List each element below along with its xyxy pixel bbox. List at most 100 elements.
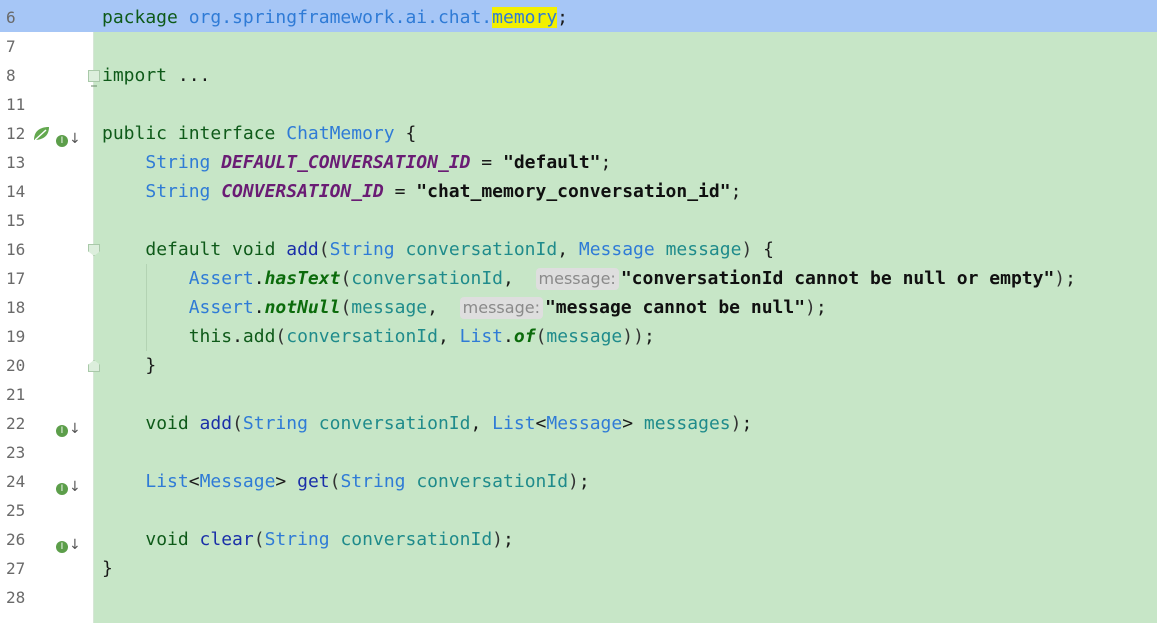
code-token: Assert bbox=[188, 268, 254, 289]
code-token: > bbox=[622, 413, 644, 434]
code-token: conversationId bbox=[340, 529, 493, 550]
code-line[interactable]: 28 bbox=[0, 583, 1157, 612]
indent-guide bbox=[146, 264, 147, 351]
line-number-cell: 21 bbox=[0, 380, 93, 409]
line-number-cell: 20 bbox=[0, 351, 100, 380]
code-line[interactable]: 23 bbox=[0, 438, 1157, 467]
code-token: )) bbox=[622, 326, 644, 347]
line-number-cell: 14 bbox=[0, 177, 93, 206]
code-line[interactable]: 15 bbox=[0, 206, 1157, 235]
code-token: "message cannot be null" bbox=[544, 297, 806, 318]
code-token: < bbox=[535, 413, 547, 434]
code-text: List<Message> get(String conversationId)… bbox=[102, 467, 590, 496]
code-text: } bbox=[102, 351, 156, 380]
line-number-cell: 17 bbox=[0, 264, 93, 293]
line-number: 12 bbox=[6, 124, 26, 143]
line-number-cell: 26 I ↓ bbox=[0, 525, 93, 554]
code-text: package org.springframework.ai.chat.memo… bbox=[102, 3, 568, 32]
code-token: , bbox=[503, 268, 536, 289]
code-token: add bbox=[286, 239, 319, 260]
code-token: String bbox=[145, 152, 222, 173]
code-line[interactable]: 11 bbox=[0, 90, 1157, 119]
code-line[interactable]: 17 Assert.hasText(conversationId, messag… bbox=[0, 264, 1157, 293]
code-text: String DEFAULT_CONVERSATION_ID = "defaul… bbox=[102, 148, 611, 177]
code-token: String bbox=[242, 413, 319, 434]
code-token: add bbox=[242, 326, 276, 347]
code-line[interactable]: 24 I ↓ List<Message> get(String conversati… bbox=[0, 467, 1157, 496]
fold-plus-icon[interactable] bbox=[88, 70, 100, 87]
code-token: message bbox=[351, 297, 428, 318]
line-number: 19 bbox=[6, 327, 26, 346]
code-line[interactable]: 19 this.add(conversationId, List.of(mess… bbox=[0, 322, 1157, 351]
code-token: ) bbox=[1054, 268, 1066, 289]
code-text: default void add(String conversationId, … bbox=[102, 235, 774, 264]
code-token: ) bbox=[568, 471, 579, 492]
code-token: Assert bbox=[188, 297, 254, 318]
line-number: 28 bbox=[6, 588, 26, 607]
code-token: org.springframework.ai.chat. bbox=[188, 7, 493, 28]
code-text: this.add(conversationId, List.of(message… bbox=[102, 322, 655, 351]
code-token: notNull bbox=[264, 297, 341, 318]
code-token: , bbox=[557, 239, 579, 260]
code-line[interactable]: 18 Assert.notNull(message, message: "mess… bbox=[0, 293, 1157, 322]
line-number: 27 bbox=[6, 559, 26, 578]
code-token: import bbox=[102, 65, 178, 86]
line-number-cell: 7 bbox=[0, 32, 93, 61]
fold-end-icon[interactable] bbox=[88, 360, 100, 372]
code-line[interactable]: 12 I ↓ public interface ChatMemory { bbox=[0, 119, 1157, 148]
code-text: String CONVERSATION_ID = "chat_memory_co… bbox=[102, 177, 741, 206]
code-token: List bbox=[492, 413, 536, 434]
code-token: ) bbox=[492, 529, 503, 550]
code-line[interactable]: 25 bbox=[0, 496, 1157, 525]
code-line[interactable]: 16 default void add(String conversationI… bbox=[0, 235, 1157, 264]
fold-minus-icon[interactable] bbox=[88, 244, 100, 256]
code-token: Message bbox=[578, 239, 666, 260]
code-line[interactable]: 7 bbox=[0, 32, 1157, 61]
code-token: ) bbox=[730, 413, 742, 434]
code-token: of bbox=[513, 326, 536, 347]
code-token: String bbox=[264, 529, 341, 550]
code-line[interactable]: 26 I ↓ void clear(String conversationId); bbox=[0, 525, 1157, 554]
line-number-cell: 11 bbox=[0, 90, 93, 119]
code-token: hasText bbox=[264, 268, 341, 289]
code-token: conversationId bbox=[405, 239, 558, 260]
code-line[interactable]: 13 String DEFAULT_CONVERSATION_ID = "def… bbox=[0, 148, 1157, 177]
code-token: ; bbox=[741, 413, 753, 434]
parameter-hint: message: bbox=[459, 297, 543, 319]
code-text: public interface ChatMemory { bbox=[102, 119, 416, 148]
code-token: = bbox=[383, 181, 417, 202]
line-number: 6 bbox=[6, 8, 16, 27]
code-line[interactable]: 21 bbox=[0, 380, 1157, 409]
line-number: 8 bbox=[6, 66, 16, 85]
code-token: ; bbox=[578, 471, 590, 492]
line-number: 15 bbox=[6, 211, 26, 230]
line-number-cell: 22 I ↓ bbox=[0, 409, 93, 438]
code-line[interactable]: 8 import ... bbox=[0, 61, 1157, 90]
code-line[interactable]: 20 } bbox=[0, 351, 1157, 380]
code-text: } bbox=[102, 554, 113, 583]
code-editor[interactable]: 6 package org.springframework.ai.chat.mem… bbox=[0, 0, 1157, 623]
code-line[interactable]: 22 I ↓ void add(String conversationId, Lis… bbox=[0, 409, 1157, 438]
code-token: , bbox=[470, 413, 493, 434]
line-number-cell: 27 bbox=[0, 554, 93, 583]
line-number: 14 bbox=[6, 182, 26, 201]
code-line[interactable]: 27} bbox=[0, 554, 1157, 583]
code-token: { bbox=[752, 239, 774, 260]
line-number-cell: 8 bbox=[0, 61, 100, 90]
code-token: ; bbox=[1065, 268, 1076, 289]
line-number: 11 bbox=[6, 95, 26, 114]
code-line[interactable]: 14 String CONVERSATION_ID = "chat_memory… bbox=[0, 177, 1157, 206]
code-token: clear bbox=[199, 529, 254, 550]
code-token: ( bbox=[275, 326, 287, 347]
code-token: . bbox=[253, 268, 265, 289]
code-token: String bbox=[329, 239, 406, 260]
parameter-hint: message: bbox=[535, 268, 619, 290]
code-token: } bbox=[102, 355, 157, 376]
code-token: ; bbox=[503, 529, 514, 550]
code-token: conversationId bbox=[351, 268, 503, 289]
code-line[interactable]: 6 package org.springframework.ai.chat.mem… bbox=[0, 0, 1157, 32]
